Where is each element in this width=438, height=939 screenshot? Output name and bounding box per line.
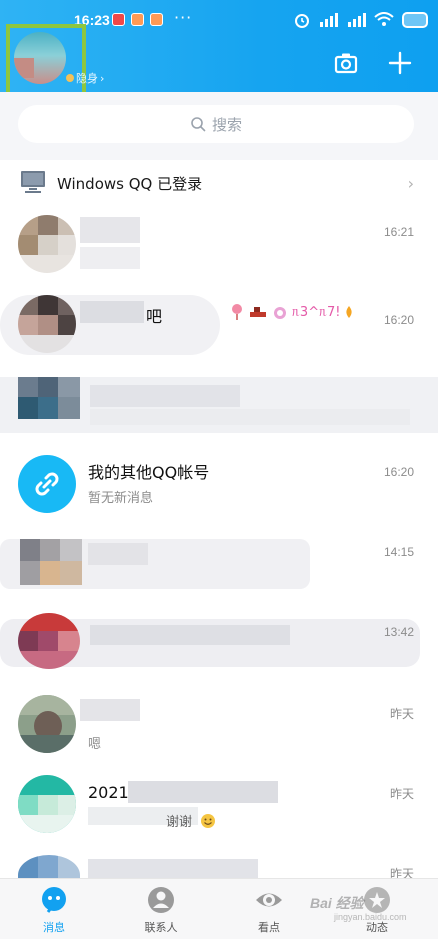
chat-item[interactable]: 2021 谢谢 昨天 bbox=[0, 765, 438, 845]
link-icon bbox=[35, 472, 59, 496]
windows-login-label: Windows QQ 已登录 bbox=[57, 175, 203, 193]
search-area: 搜索 bbox=[0, 92, 438, 160]
notification-icon bbox=[112, 13, 125, 26]
redacted-name bbox=[128, 781, 278, 803]
emoji-badges: ᥰ3^ᥰ7! bbox=[230, 303, 354, 321]
nav-messages[interactable]: 消息 bbox=[14, 879, 94, 939]
top-header: 16:23 ··· 隐身 › bbox=[0, 0, 438, 98]
online-status-label: 隐身 bbox=[76, 72, 98, 85]
profile-avatar[interactable] bbox=[14, 32, 66, 84]
status-system-icons bbox=[294, 12, 428, 28]
chat-preview: 嗯 bbox=[88, 737, 102, 752]
chat-time: 昨天 bbox=[389, 787, 414, 801]
status-notification-icons bbox=[112, 13, 163, 26]
computer-icon bbox=[21, 171, 45, 193]
signal-icon bbox=[320, 13, 338, 27]
status-more-dots: ··· bbox=[174, 8, 193, 27]
search-placeholder: 搜索 bbox=[211, 115, 242, 134]
contact-avatar bbox=[18, 613, 80, 669]
chat-title: 2021 bbox=[88, 783, 129, 802]
contact-avatar bbox=[20, 539, 82, 585]
chat-item[interactable]: 吧 ᥰ3^ᥰ7! 16:20 bbox=[0, 285, 438, 365]
online-status[interactable]: 隐身 › bbox=[66, 70, 104, 86]
nav-contacts[interactable]: 联系人 bbox=[121, 879, 201, 939]
contact-avatar bbox=[18, 775, 76, 833]
redacted-name bbox=[80, 217, 140, 243]
wifi-icon bbox=[374, 12, 394, 26]
chat-item-other-qq-accounts[interactable]: 我的其他QQ帐号 暂无新消息 16:20 bbox=[0, 445, 438, 525]
redacted-preview bbox=[90, 409, 410, 425]
chat-time: 昨天 bbox=[389, 867, 414, 879]
search-icon bbox=[191, 117, 206, 132]
link-avatar bbox=[18, 455, 76, 513]
chat-item[interactable]: 嗯 昨天 bbox=[0, 685, 438, 765]
cake-icon bbox=[274, 307, 286, 319]
redacted-name bbox=[88, 859, 258, 879]
plus-icon[interactable] bbox=[387, 50, 413, 76]
battery-icon bbox=[402, 12, 428, 28]
chevron-right-icon: › bbox=[407, 174, 414, 193]
redacted-name bbox=[90, 625, 290, 645]
eye-icon bbox=[256, 893, 282, 907]
chat-time: 13:42 bbox=[383, 625, 414, 639]
star-feed-icon bbox=[364, 887, 390, 913]
contact-avatar bbox=[18, 295, 76, 353]
redacted-name bbox=[80, 301, 144, 323]
ship-icon bbox=[250, 307, 266, 317]
contact-avatar bbox=[18, 215, 76, 273]
nav-contacts-label: 联系人 bbox=[144, 921, 178, 934]
balloon-icon bbox=[232, 304, 242, 320]
flame-icon bbox=[346, 306, 353, 318]
chat-preview: 暂无新消息 bbox=[88, 491, 154, 506]
chat-time: 14:15 bbox=[383, 545, 414, 559]
contact-avatar bbox=[18, 695, 76, 753]
chat-item[interactable]: 昨天 bbox=[0, 845, 438, 879]
redacted-name bbox=[80, 699, 140, 721]
chat-item[interactable]: 14:15 bbox=[0, 525, 438, 605]
camera-icon[interactable] bbox=[334, 51, 358, 75]
signal-icon bbox=[348, 13, 366, 27]
watermark-url: jingyan.baidu.com bbox=[334, 912, 407, 922]
redacted-name bbox=[88, 543, 148, 565]
redacted-name bbox=[90, 385, 240, 407]
chat-title: 我的其他QQ帐号 bbox=[88, 463, 210, 482]
status-dot-icon bbox=[66, 74, 74, 82]
chevron-right-icon: › bbox=[100, 71, 105, 85]
chat-time: 16:20 bbox=[383, 313, 414, 327]
contact-avatar bbox=[18, 377, 80, 427]
bottom-nav: 消息 联系人 看点 动态 bbox=[0, 878, 438, 939]
chat-time: 16:21 bbox=[383, 225, 414, 239]
nav-messages-label: 消息 bbox=[43, 921, 65, 934]
chat-item[interactable]: 13:42 bbox=[0, 605, 438, 685]
search-input[interactable]: 搜索 bbox=[18, 105, 414, 143]
notification-icon bbox=[131, 13, 144, 26]
alarm-icon bbox=[295, 14, 309, 28]
nav-watch-label: 看点 bbox=[258, 921, 280, 934]
chat-item[interactable]: 16:21 bbox=[0, 205, 438, 285]
watermark-brand: Bai 经验 bbox=[310, 895, 364, 911]
contacts-icon bbox=[148, 887, 174, 913]
chat-time: 16:20 bbox=[383, 465, 414, 479]
chat-item[interactable] bbox=[0, 365, 438, 445]
contact-avatar bbox=[18, 855, 80, 879]
chat-preview: 谢谢 bbox=[166, 815, 193, 830]
redacted-preview bbox=[80, 247, 140, 269]
message-bubble-icon bbox=[42, 887, 66, 913]
emoji-text: ᥰ3^ᥰ7! bbox=[292, 304, 341, 320]
windows-login-banner[interactable]: Windows QQ 已登录 › bbox=[0, 160, 438, 205]
chat-title: 吧 bbox=[146, 307, 163, 326]
chat-time: 昨天 bbox=[389, 707, 414, 721]
notification-icon bbox=[150, 13, 163, 26]
nav-watch[interactable]: 看点 bbox=[229, 879, 309, 939]
smile-emoji-icon bbox=[201, 814, 215, 828]
